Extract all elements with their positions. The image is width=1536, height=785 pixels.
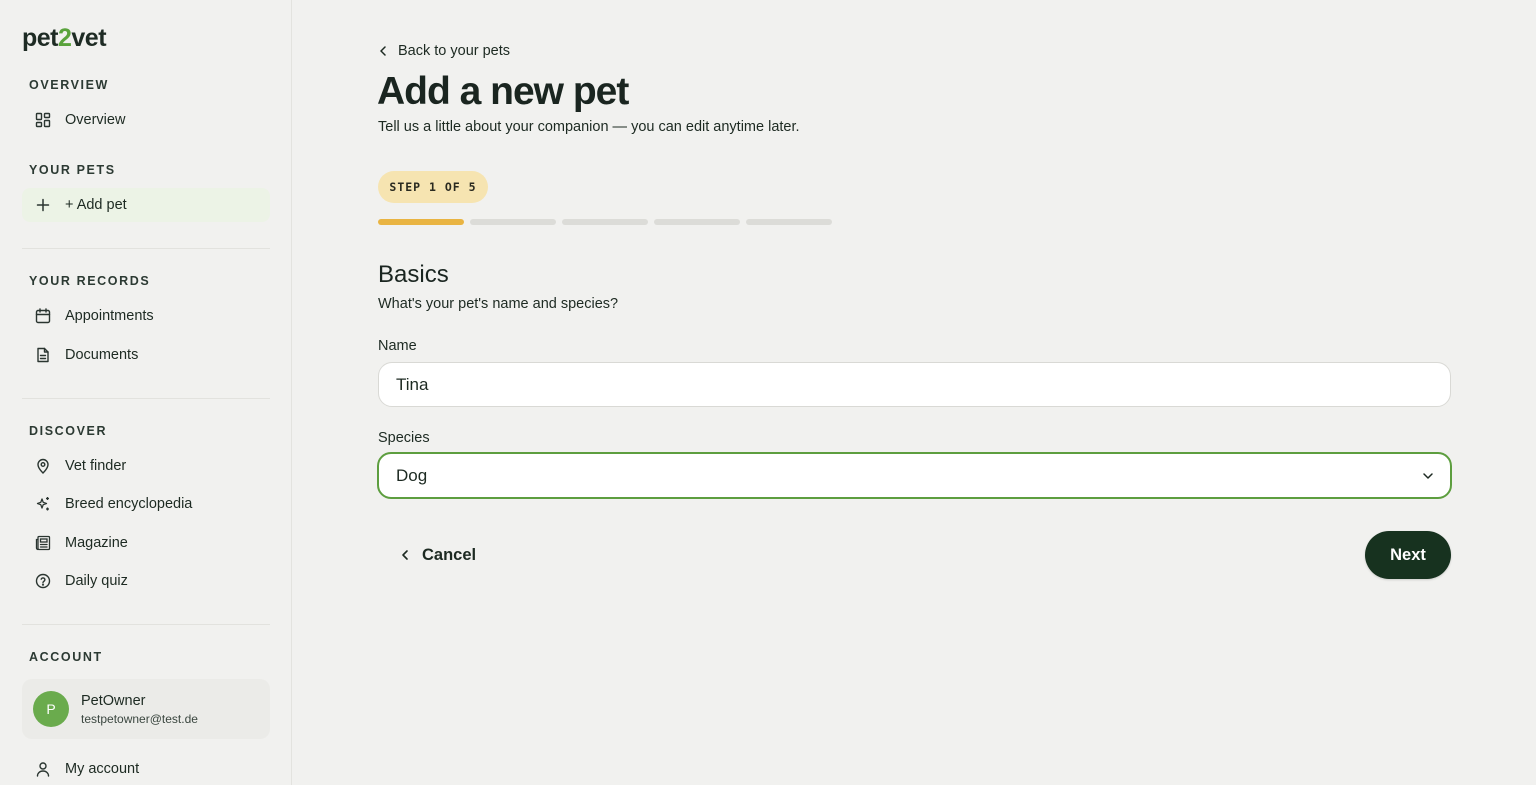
cancel-label: Cancel bbox=[422, 545, 477, 564]
sidebar-item-label: Daily quiz bbox=[65, 573, 128, 589]
sidebar-item-label: My account bbox=[65, 761, 140, 777]
document-icon bbox=[35, 347, 51, 363]
section-label-discover: DISCOVER bbox=[29, 424, 108, 438]
map-pin-icon bbox=[35, 458, 51, 474]
sparkles-icon bbox=[35, 496, 51, 512]
sidebar-item-magazine[interactable]: Magazine bbox=[22, 526, 270, 560]
name-label: Name bbox=[378, 338, 417, 354]
sidebar-item-breed-encyclopedia[interactable]: Breed encyclopedia bbox=[22, 487, 270, 521]
sidebar-item-appointments[interactable]: Appointments bbox=[22, 299, 270, 333]
calendar-icon bbox=[35, 308, 51, 324]
page-title: Add a new pet bbox=[377, 70, 629, 113]
sidebar-item-my-account[interactable]: My account bbox=[22, 752, 270, 785]
user-icon bbox=[35, 761, 51, 777]
sidebar-item-label: Vet finder bbox=[65, 458, 127, 474]
sidebar-item-daily-quiz[interactable]: Daily quiz bbox=[22, 564, 270, 598]
avatar: P bbox=[33, 691, 69, 727]
page-subtitle: Tell us a little about your companion — … bbox=[378, 119, 800, 135]
sidebar-item-label: Documents bbox=[65, 347, 139, 363]
sidebar-item-label: Breed encyclopedia bbox=[65, 496, 193, 512]
progress-segment bbox=[654, 219, 740, 225]
sidebar: pet2vet OVERVIEW Overview YOUR PETS + Ad… bbox=[0, 0, 292, 785]
sidebar-item-label: Overview bbox=[65, 112, 126, 128]
name-input[interactable] bbox=[378, 362, 1451, 407]
progress-segment bbox=[470, 219, 556, 225]
dashboard-icon bbox=[35, 112, 51, 128]
section-label-account: ACCOUNT bbox=[29, 650, 103, 664]
user-info: PetOwner testpetowner@test.de bbox=[81, 693, 198, 726]
divider bbox=[22, 624, 270, 625]
sidebar-item-documents[interactable]: Documents bbox=[22, 338, 270, 372]
back-link-label: Back to your pets bbox=[398, 43, 511, 59]
chevron-left-icon bbox=[400, 549, 410, 561]
sidebar-item-label: Magazine bbox=[65, 535, 128, 551]
divider bbox=[22, 398, 270, 399]
cancel-button[interactable]: Cancel bbox=[400, 540, 476, 570]
user-email: testpetowner@test.de bbox=[81, 711, 198, 726]
sidebar-item-overview[interactable]: Overview bbox=[22, 103, 270, 137]
next-button[interactable]: Next bbox=[1365, 531, 1451, 579]
newspaper-icon bbox=[35, 535, 51, 551]
chevron-left-icon bbox=[378, 45, 388, 57]
user-name: PetOwner bbox=[81, 692, 146, 709]
divider bbox=[22, 248, 270, 249]
section-label-your-records: YOUR RECORDS bbox=[29, 274, 151, 288]
species-select[interactable]: Dog bbox=[377, 452, 1452, 499]
sidebar-item-vet-finder[interactable]: Vet finder bbox=[22, 449, 270, 483]
species-label: Species bbox=[378, 430, 430, 446]
help-circle-icon bbox=[35, 573, 51, 589]
section-label-overview: OVERVIEW bbox=[29, 78, 109, 92]
user-card[interactable]: P PetOwner testpetowner@test.de bbox=[22, 679, 270, 739]
species-selected-value: Dog bbox=[396, 465, 428, 485]
step-progress-bar bbox=[378, 219, 832, 225]
progress-segment bbox=[378, 219, 464, 225]
plus-icon bbox=[35, 197, 51, 213]
sidebar-item-label: + Add pet bbox=[65, 197, 127, 213]
progress-segment bbox=[562, 219, 648, 225]
sidebar-item-label: Appointments bbox=[65, 308, 154, 324]
progress-segment bbox=[746, 219, 832, 225]
chevron-down-icon bbox=[1422, 466, 1434, 486]
logo[interactable]: pet2vet bbox=[22, 24, 107, 53]
section-description: What's your pet's name and species? bbox=[378, 296, 619, 312]
section-label-your-pets: YOUR PETS bbox=[29, 163, 116, 177]
section-title: Basics bbox=[378, 261, 449, 288]
back-to-pets-link[interactable]: Back to your pets bbox=[378, 41, 510, 61]
sidebar-item-add-pet[interactable]: + Add pet bbox=[22, 188, 270, 222]
step-badge: STEP 1 OF 5 bbox=[378, 171, 488, 203]
